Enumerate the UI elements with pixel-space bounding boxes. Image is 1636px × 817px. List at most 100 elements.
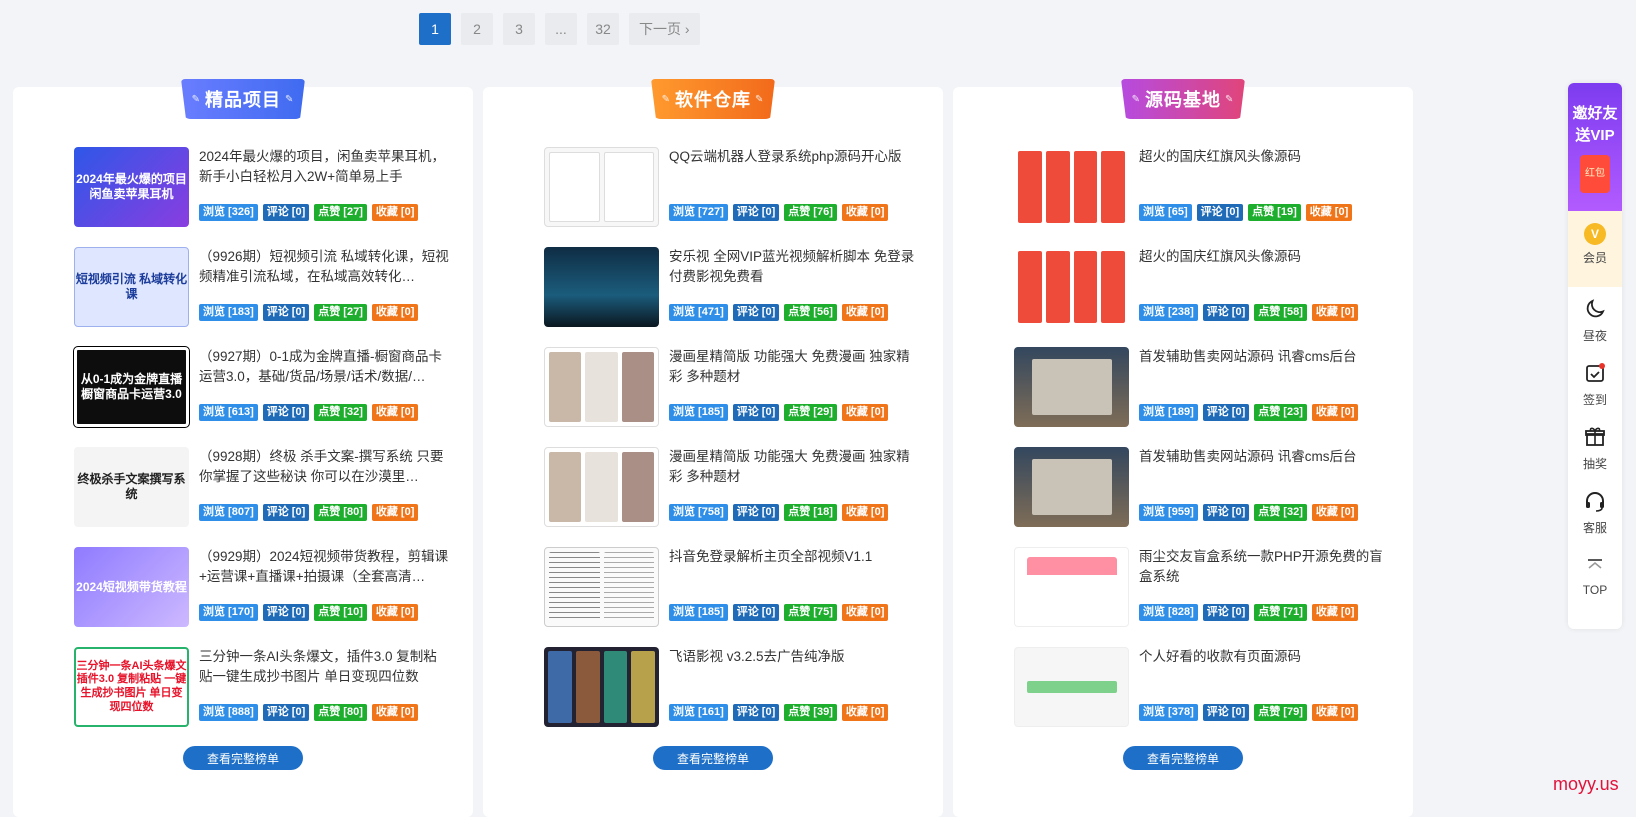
item-title-link[interactable]: 安乐视 全网VIP蓝光视频解析脚本 免登录付费影视免费看 <box>669 247 919 287</box>
view-count-badge: 浏览 [613] <box>199 404 258 421</box>
item-title-link[interactable]: 超火的国庆红旗风头像源码 <box>1139 147 1389 187</box>
like-count-badge: 点赞 [80] <box>314 504 367 521</box>
item-title-link[interactable]: （9928期）终极 杀手文案-撰写系统 只要你掌握了这些秘诀 你可以在沙漠里… <box>199 447 449 487</box>
page-2-button[interactable]: 2 <box>461 13 493 45</box>
customer-service-button[interactable]: 客服 <box>1568 479 1622 543</box>
like-count-badge: 点赞 [32] <box>314 404 367 421</box>
comment-count-badge: 评论 [0] <box>1202 304 1250 321</box>
favorite-count-badge: 收藏 [0] <box>1305 204 1353 221</box>
day-night-toggle[interactable]: 昼夜 <box>1568 287 1622 351</box>
thumbnail-image[interactable]: 2024短视频带货教程 <box>74 547 189 627</box>
thumbnail-image[interactable] <box>544 547 659 627</box>
thumbnail-image[interactable] <box>1014 447 1129 527</box>
thumbnail-image[interactable]: 终极杀手文案撰写系统 <box>74 447 189 527</box>
favorite-count-badge: 收藏 [0] <box>841 304 889 321</box>
thumbnail-image[interactable]: 三分钟一条AI头条爆文 插件3.0 复制粘贴 一键生成抄书图片 单日变现四位数 <box>74 647 189 727</box>
item-title-link[interactable]: （9927期）0-1成为金牌直播-橱窗商品卡运营3.0，基础/货品/场景/话术/… <box>199 347 449 387</box>
thumbnail-text: 2024年最火爆的项目 闲鱼卖苹果耳机 <box>76 172 187 201</box>
comment-count-badge: 评论 [0] <box>262 704 310 721</box>
pin-icon: ✎ <box>661 93 671 105</box>
favorite-count-badge: 收藏 [0] <box>1311 604 1359 621</box>
item-title-link[interactable]: 三分钟一条AI头条爆文，插件3.0 复制粘贴一键生成抄书图片 单日变现四位数 <box>199 647 449 687</box>
view-count-badge: 浏览 [959] <box>1139 504 1198 521</box>
item-list: 2024年最火爆的项目 闲鱼卖苹果耳机 2024年最火爆的项目，闲鱼卖苹果耳机，… <box>73 147 453 747</box>
item-title-link[interactable]: 首发辅助售卖网站源码 讯睿cms后台 <box>1139 347 1389 387</box>
list-item: 雨尘交友盲盒系统一款PHP开源免费的盲盒系统 浏览 [828] 评论 [0] 点… <box>1014 547 1393 627</box>
item-stats: 浏览 [183] 评论 [0] 点赞 [27] 收藏 [0] <box>199 304 419 321</box>
page-3-button[interactable]: 3 <box>503 13 535 45</box>
thumbnail-image[interactable]: 短视频引流 私域转化课 <box>74 247 189 327</box>
item-title-link[interactable]: 漫画星精简版 功能强大 免费漫画 独家精彩 多种题材 <box>669 447 919 487</box>
comment-count-badge: 评论 [0] <box>1202 404 1250 421</box>
thumbnail-image[interactable] <box>544 247 659 327</box>
floating-sidebar: 邀好友送VIP 红包 V 会员 昼夜 签到 抽奖 客服 TOP <box>1568 83 1622 629</box>
thumbnail-image[interactable]: 2024年最火爆的项目 闲鱼卖苹果耳机 <box>74 147 189 227</box>
item-title-link[interactable]: （9926期）短视频引流 私域转化课，短视频精准引流私域，在私域高效转化… <box>199 247 449 287</box>
view-full-ranking-button[interactable]: 查看完整榜单 <box>1123 746 1243 770</box>
item-title-link[interactable]: 个人好看的收款有页面源码 <box>1139 647 1389 687</box>
item-title-link[interactable]: 抖音免登录解析主页全部视频V1.1 <box>669 547 919 587</box>
thumbnail-image[interactable] <box>1014 147 1129 227</box>
invite-vip-text: 邀好友送VIP <box>1572 105 1618 144</box>
comment-count-badge: 评论 [0] <box>732 704 780 721</box>
thumbnail-image[interactable] <box>1014 347 1129 427</box>
thumbnail-image[interactable] <box>1014 247 1129 327</box>
view-count-badge: 浏览 [378] <box>1139 704 1198 721</box>
page-1-button[interactable]: 1 <box>419 13 451 45</box>
item-title-link[interactable]: 超火的国庆红旗风头像源码 <box>1139 247 1389 287</box>
thumbnail-image[interactable] <box>544 647 659 727</box>
v-badge-icon: V <box>1584 223 1606 245</box>
list-item: 抖音免登录解析主页全部视频V1.1 浏览 [185] 评论 [0] 点赞 [75… <box>544 547 923 627</box>
favorite-count-badge: 收藏 [0] <box>841 504 889 521</box>
comment-count-badge: 评论 [0] <box>732 204 780 221</box>
list-item: 2024年最火爆的项目 闲鱼卖苹果耳机 2024年最火爆的项目，闲鱼卖苹果耳机，… <box>74 147 453 227</box>
item-title-link[interactable]: 漫画星精简版 功能强大 免费漫画 独家精彩 多种题材 <box>669 347 919 387</box>
thumbnail-text: 三分钟一条AI头条爆文 插件3.0 复制粘贴 一键生成抄书图片 单日变现四位数 <box>76 659 187 713</box>
view-count-badge: 浏览 [189] <box>1139 404 1198 421</box>
list-item: 首发辅助售卖网站源码 讯睿cms后台 浏览 [189] 评论 [0] 点赞 [2… <box>1014 347 1393 427</box>
item-title-link[interactable]: 首发辅助售卖网站源码 讯睿cms后台 <box>1139 447 1389 487</box>
view-count-badge: 浏览 [238] <box>1139 304 1198 321</box>
item-title-link[interactable]: 飞语影视 v3.2.5去广告纯净版 <box>669 647 919 687</box>
list-item: 超火的国庆红旗风头像源码 浏览 [238] 评论 [0] 点赞 [58] 收藏 … <box>1014 247 1393 327</box>
thumbnail-image[interactable]: 从0-1成为金牌直播 橱窗商品卡运营3.0 <box>73 346 190 428</box>
favorite-count-badge: 收藏 [0] <box>371 204 419 221</box>
thumbnail-image[interactable] <box>544 347 659 427</box>
comment-count-badge: 评论 [0] <box>732 304 780 321</box>
like-count-badge: 点赞 [23] <box>1254 404 1307 421</box>
like-count-badge: 点赞 [71] <box>1254 604 1307 621</box>
checkin-button[interactable]: 签到 <box>1568 351 1622 415</box>
calendar-check-icon <box>1568 361 1622 387</box>
item-title-link[interactable]: 雨尘交友盲盒系统一款PHP开源免费的盲盒系统 <box>1139 547 1389 587</box>
item-stats: 浏览 [828] 评论 [0] 点赞 [71] 收藏 [0] <box>1139 604 1359 621</box>
page-32-button[interactable]: 32 <box>587 13 619 45</box>
like-count-badge: 点赞 [79] <box>1254 704 1307 721</box>
view-count-badge: 浏览 [185] <box>669 604 728 621</box>
thumbnail-image[interactable] <box>1014 547 1129 627</box>
list-item: 三分钟一条AI头条爆文 插件3.0 复制粘贴 一键生成抄书图片 单日变现四位数 … <box>74 647 453 727</box>
view-count-badge: 浏览 [888] <box>199 704 258 721</box>
view-full-ranking-button[interactable]: 查看完整榜单 <box>183 746 303 770</box>
thumbnail-image[interactable] <box>544 447 659 527</box>
panel-title: 软件仓库 <box>675 90 751 110</box>
panel-title: 精品项目 <box>205 90 281 110</box>
member-label: 会员 <box>1582 251 1607 265</box>
lottery-button[interactable]: 抽奖 <box>1568 415 1622 479</box>
page-ellipsis: ... <box>545 13 577 45</box>
headset-icon <box>1568 489 1622 515</box>
invite-vip-button[interactable]: 邀好友送VIP 红包 <box>1568 83 1622 211</box>
view-full-ranking-button[interactable]: 查看完整榜单 <box>653 746 773 770</box>
favorite-count-badge: 收藏 [0] <box>371 604 419 621</box>
like-count-badge: 点赞 [58] <box>1254 304 1307 321</box>
view-count-badge: 浏览 [161] <box>669 704 728 721</box>
view-count-badge: 浏览 [183] <box>199 304 258 321</box>
item-title-link[interactable]: （9929期）2024短视频带货教程，剪辑课+运营课+直播课+拍摄课（全套高清… <box>199 547 449 587</box>
like-count-badge: 点赞 [32] <box>1254 504 1307 521</box>
thumbnail-image[interactable] <box>544 147 659 227</box>
next-page-button[interactable]: 下一页 › <box>629 13 700 45</box>
item-title-link[interactable]: QQ云端机器人登录系统php源码开心版 <box>669 147 919 187</box>
item-title-link[interactable]: 2024年最火爆的项目，闲鱼卖苹果耳机，新手小白轻松月入2W+简单易上手 <box>199 147 449 187</box>
back-to-top-button[interactable]: TOP <box>1568 543 1622 607</box>
thumbnail-image[interactable] <box>1014 647 1129 727</box>
member-button[interactable]: V 会员 <box>1568 211 1622 287</box>
